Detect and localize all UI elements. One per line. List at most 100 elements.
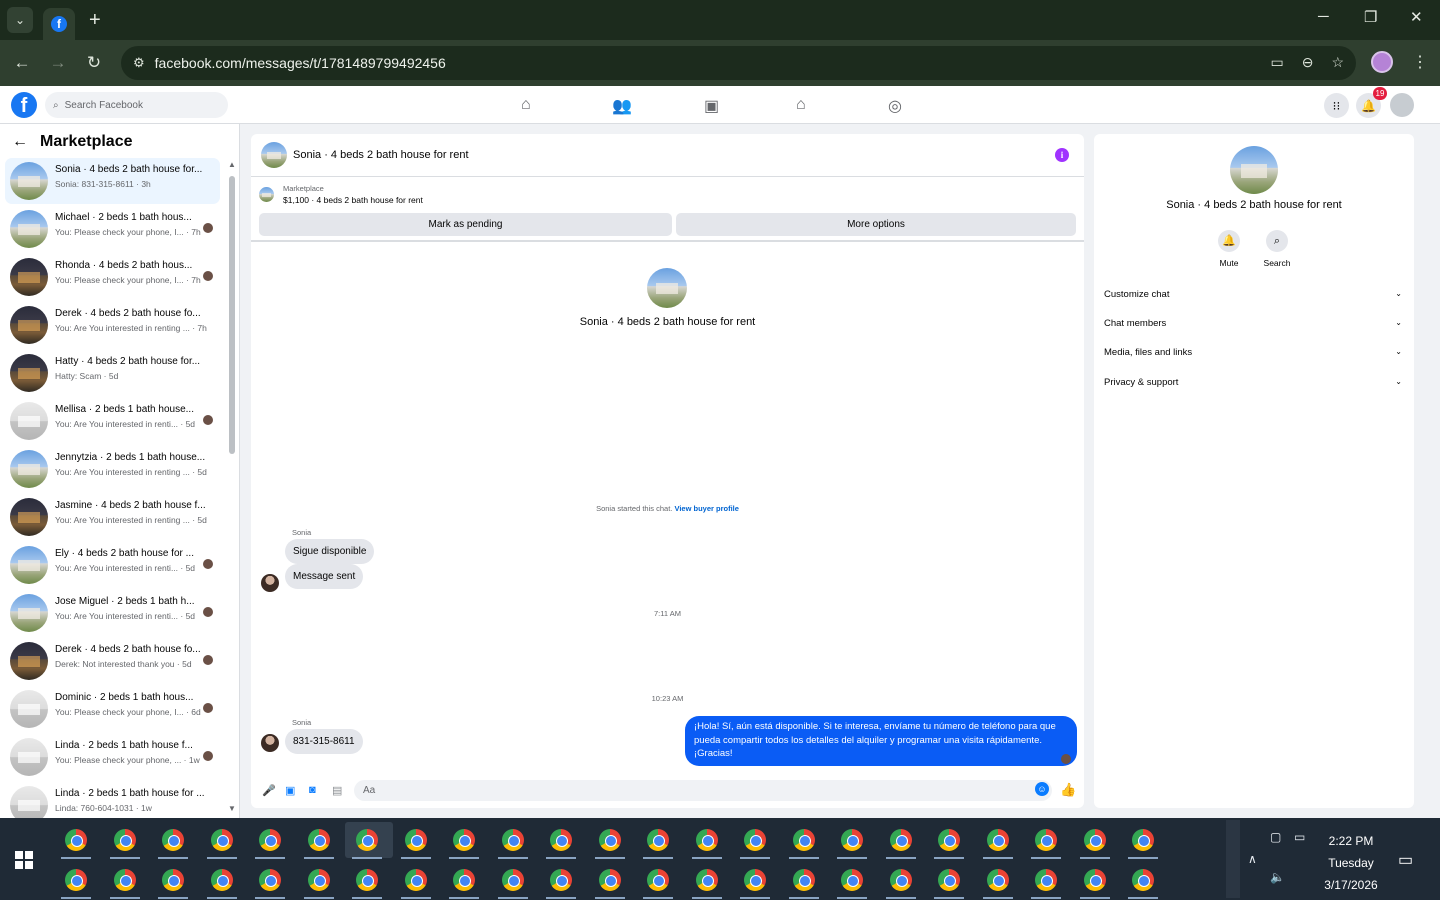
chat-title[interactable]: Sonia · 4 beds 2 bath house for rent (293, 149, 469, 161)
back-arrow-icon[interactable]: ← (12, 133, 28, 151)
chrome-profile-icon[interactable] (210, 869, 233, 891)
chrome-profile-icon[interactable] (1132, 829, 1154, 851)
conversation-item[interactable]: Sonia · 4 beds 2 bath house for... Sonia:… (5, 158, 220, 204)
conversation-item[interactable]: Ely · 4 beds 2 bath house for ... You: Ar… (5, 542, 220, 588)
address-bar[interactable]: ⚙ facebook.com/messages/t/17814897994924… (121, 46, 1356, 80)
chrome-profile-icon[interactable] (1083, 829, 1106, 851)
sticker-icon[interactable]: ◙ (309, 784, 316, 796)
conversation-item[interactable]: Jennytzia · 2 beds 1 bath house... You: A… (5, 446, 220, 492)
microphone-icon[interactable]: 🎤 (262, 784, 276, 797)
marketplace-icon[interactable]: ⌂ (796, 96, 806, 114)
sender-avatar[interactable] (261, 574, 279, 592)
incoming-message[interactable]: 831-315-8611 (285, 729, 363, 754)
tab-search-button[interactable]: ⌄ (7, 7, 33, 33)
conversation-item[interactable]: Dominic · 2 beds 1 bath hous... You: Plea… (5, 686, 220, 732)
forward-icon[interactable]: → (40, 53, 76, 73)
chrome-profile-icon[interactable] (356, 829, 378, 851)
chrome-profile-icon[interactable] (986, 829, 1009, 851)
chrome-profile-icon[interactable] (404, 829, 427, 851)
emoji-icon[interactable]: ☺ (1035, 782, 1049, 796)
chrome-profile-icon[interactable] (1132, 869, 1154, 891)
search-icon[interactable]: ⌕ (1266, 230, 1288, 252)
chrome-profile-icon[interactable] (695, 829, 718, 851)
reload-icon[interactable]: ↻ (76, 53, 112, 73)
restore-button[interactable]: ❐ (1364, 8, 1377, 26)
incoming-message[interactable]: Message sent (285, 564, 364, 589)
chrome-profile-icon[interactable] (259, 829, 281, 851)
conversation-scrollbar[interactable] (229, 176, 235, 454)
chrome-profile-icon[interactable] (210, 829, 233, 851)
conversation-info-icon[interactable]: i (1055, 148, 1069, 162)
install-app-icon[interactable]: ▭ (1270, 54, 1283, 71)
active-tab[interactable]: f (43, 8, 75, 40)
system-clock[interactable]: 2:22 PM Tuesday 3/17/2026 (1314, 830, 1388, 896)
video-icon[interactable]: ▣ (704, 96, 719, 116)
chrome-profile-icon[interactable] (162, 869, 184, 891)
network-icon[interactable]: ▭ (1294, 830, 1305, 844)
chrome-profile-icon[interactable] (841, 829, 863, 851)
chrome-profile-icon[interactable] (1035, 829, 1057, 851)
menu-grid-icon[interactable]: ⁝⁝ (1324, 93, 1349, 118)
chrome-profile-icon[interactable] (550, 869, 572, 891)
chrome-profile-icon[interactable] (889, 829, 912, 851)
search-action[interactable]: ⌕ Search (1257, 230, 1297, 268)
chrome-profile-icon[interactable] (356, 869, 378, 891)
browser-menu-icon[interactable]: ⋮ (1412, 52, 1428, 72)
conversation-item[interactable]: Jasmine · 4 beds 2 bath house f... You: A… (5, 494, 220, 540)
url-text[interactable]: facebook.com/messages/t/1781489799492456 (155, 55, 446, 71)
chrome-profile-icon[interactable] (113, 869, 136, 891)
mute-action[interactable]: 🔔 Mute (1209, 230, 1249, 268)
chrome-profile-icon[interactable] (598, 869, 621, 891)
conversation-item[interactable]: Hatty · 4 beds 2 bath house for... Hatty:… (5, 350, 220, 396)
windows-start-icon[interactable] (15, 851, 33, 869)
chrome-profile-icon[interactable] (841, 869, 863, 891)
photo-attach-icon[interactable]: ▣ (285, 784, 295, 797)
message-input[interactable]: Aa (354, 780, 1052, 801)
sender-avatar[interactable] (261, 734, 279, 752)
zoom-icon[interactable]: ⊖ (1302, 54, 1314, 71)
chrome-profile-icon[interactable] (1035, 869, 1057, 891)
chrome-profile-icon[interactable] (792, 869, 815, 891)
scroll-up-arrow-icon[interactable]: ▲ (228, 160, 236, 169)
mark-as-pending-button[interactable]: Mark as pending (259, 213, 672, 236)
conversation-item[interactable]: Linda · 2 beds 1 bath house f... You: Ple… (5, 734, 220, 780)
groups-icon[interactable]: ◎ (888, 96, 902, 116)
bookmark-star-icon[interactable]: ☆ (1331, 54, 1344, 71)
conversation-item[interactable]: Rhonda · 4 beds 2 bath hous... You: Pleas… (5, 254, 220, 300)
more-options-button[interactable]: More options (676, 213, 1076, 236)
minimize-button[interactable]: ─ (1318, 8, 1329, 25)
chrome-profile-icon[interactable] (501, 869, 524, 891)
chrome-profile-icon[interactable] (550, 829, 572, 851)
chrome-profile-icon[interactable] (259, 869, 281, 891)
chrome-profile-icon[interactable] (307, 869, 330, 891)
chrome-profile-icon[interactable] (404, 869, 427, 891)
chrome-profile-icon[interactable] (162, 829, 184, 851)
chrome-profile-icon[interactable] (598, 829, 621, 851)
media-files-links-row[interactable]: Media, files and links ⌄ (1104, 347, 1404, 367)
chrome-profile-icon[interactable] (792, 829, 815, 851)
view-buyer-profile-link[interactable]: View buyer profile (674, 504, 738, 513)
chrome-profile-icon[interactable] (1083, 869, 1106, 891)
conversation-item[interactable]: Derek · 4 beds 2 bath house fo... You: Ar… (5, 302, 220, 348)
chrome-profile-icon[interactable] (744, 869, 766, 891)
scroll-down-arrow-icon[interactable]: ▼ (228, 804, 236, 813)
chrome-profile-icon[interactable] (113, 829, 136, 851)
chat-members-row[interactable]: Chat members ⌄ (1104, 318, 1404, 338)
meet-now-icon[interactable]: ▢ (1270, 830, 1281, 844)
chat-listing-thumbnail[interactable] (261, 142, 287, 168)
account-avatar[interactable] (1390, 93, 1414, 117)
thumbs-up-icon[interactable]: 👍 (1060, 782, 1076, 798)
friends-icon[interactable]: 👥 (612, 96, 632, 116)
chrome-profile-icon[interactable] (695, 869, 718, 891)
conversation-item[interactable]: Michael · 2 beds 1 bath hous... You: Plea… (5, 206, 220, 252)
customize-chat-row[interactable]: Customize chat ⌄ (1104, 289, 1404, 309)
chrome-profile-icon[interactable] (938, 829, 960, 851)
taskbar-scroll[interactable] (1226, 820, 1240, 898)
site-info-icon[interactable]: ⚙ (133, 55, 145, 71)
back-icon[interactable]: ← (4, 53, 40, 73)
details-listing-thumbnail[interactable] (1230, 146, 1278, 194)
notification-center-icon[interactable]: ▭ (1398, 850, 1413, 870)
bell-icon[interactable]: 🔔 (1218, 230, 1240, 252)
close-window-button[interactable]: ✕ (1410, 8, 1423, 26)
conversation-item[interactable]: Derek · 4 beds 2 bath house fo... Derek: … (5, 638, 220, 684)
